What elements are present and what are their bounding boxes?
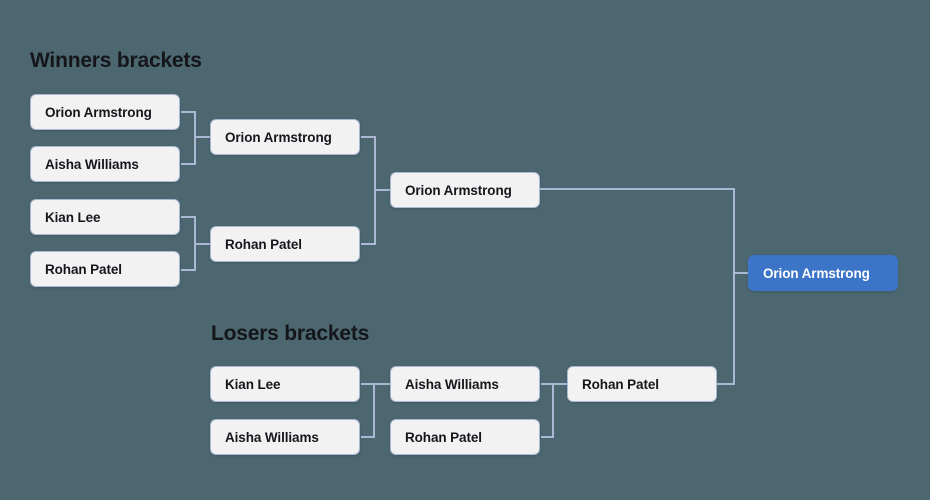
grand-final-champion[interactable]: Orion Armstrong <box>748 255 898 291</box>
connector-winners-r1m2-out <box>194 243 211 245</box>
connector-losers-r1-out <box>373 383 391 385</box>
connector-losers-r1-bridge <box>373 383 375 438</box>
tournament-bracket-canvas: Winners brackets Orion Armstrong Aisha W… <box>0 0 930 500</box>
losers-r1-match1-slot2[interactable]: Aisha Williams <box>210 419 360 455</box>
winners-r1-match2-slot1[interactable]: Kian Lee <box>30 199 180 235</box>
connector-winners-r1m1-slot1 <box>181 111 195 113</box>
connector-losers-r2-out <box>552 383 568 385</box>
winners-r1-match1-slot1[interactable]: Orion Armstrong <box>30 94 180 130</box>
connector-winners-r2-slot2 <box>361 243 375 245</box>
connector-winners-r1m1-slot2 <box>181 163 195 165</box>
connector-winners-r1m1-bridge <box>194 111 196 165</box>
winners-r1-match2-slot2[interactable]: Rohan Patel <box>30 251 180 287</box>
losers-r1-match1-slot1[interactable]: Kian Lee <box>210 366 360 402</box>
losers-bracket-heading: Losers brackets <box>211 322 370 345</box>
connector-winners-r1m2-slot1 <box>181 216 195 218</box>
winners-bracket-heading: Winners brackets <box>30 49 202 72</box>
connector-grandfinal-spine <box>733 188 735 385</box>
connector-losers-r2-bridge <box>552 383 554 438</box>
losers-r3-final-slot1[interactable]: Rohan Patel <box>567 366 717 402</box>
connector-winners-r1m1-out <box>194 136 211 138</box>
losers-r2-match1-slot1[interactable]: Aisha Williams <box>390 366 540 402</box>
losers-r2-match1-slot2[interactable]: Rohan Patel <box>390 419 540 455</box>
winners-r1-match1-slot2[interactable]: Aisha Williams <box>30 146 180 182</box>
winners-r2-match1-slot2[interactable]: Rohan Patel <box>210 226 360 262</box>
winners-r2-match1-slot1[interactable]: Orion Armstrong <box>210 119 360 155</box>
connector-grandfinal-out <box>733 272 749 274</box>
connector-winners-r2-slot1 <box>361 136 375 138</box>
winners-r3-final-slot1[interactable]: Orion Armstrong <box>390 172 540 208</box>
connector-winners-r2-out <box>374 189 391 191</box>
connector-grandfinal-from-winners <box>540 188 735 190</box>
connector-winners-r1m2-slot2 <box>181 269 195 271</box>
